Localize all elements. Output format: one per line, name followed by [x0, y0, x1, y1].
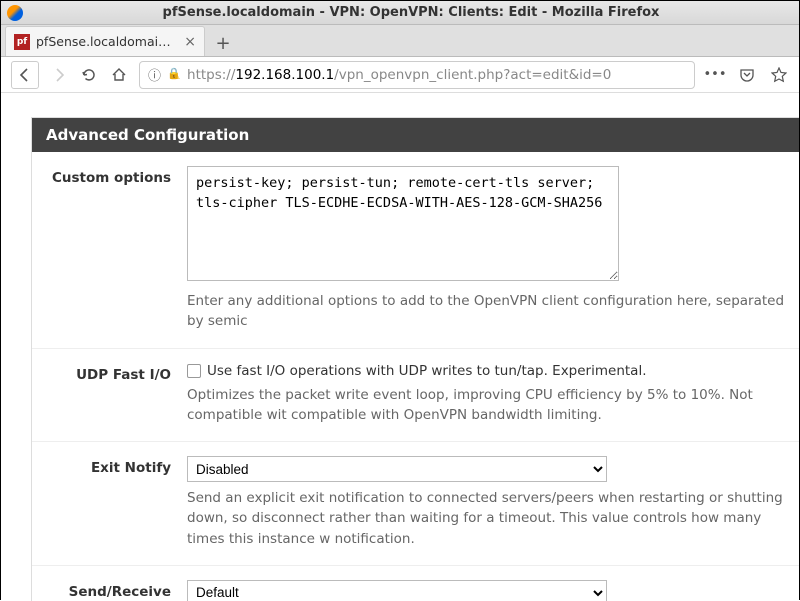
lock-warning-icon[interactable]	[167, 68, 181, 82]
panel-header: Advanced Configuration	[32, 118, 799, 152]
label-send-recv-buffer: Send/Receive Buffer	[32, 580, 187, 601]
help-custom-options: Enter any additional options to add to t…	[187, 291, 798, 332]
toolbar-right-icons: •••	[705, 65, 789, 85]
udp-fast-io-checkbox-text: Use fast I/O operations with UDP writes …	[207, 363, 646, 379]
back-arrow-icon	[17, 67, 33, 83]
help-udp-fast-io: Optimizes the packet write event loop, i…	[187, 385, 798, 426]
udp-fast-io-checkbox[interactable]	[187, 364, 201, 378]
label-exit-notify: Exit Notify	[32, 456, 187, 549]
field-exit-notify: Disabled Send an explicit exit notificat…	[187, 456, 799, 549]
row-custom-options: Custom options persist-key; persist-tun;…	[32, 158, 799, 348]
tab-title: pfSense.localdomain - VP…	[36, 34, 178, 49]
home-icon	[111, 67, 127, 83]
exit-notify-select[interactable]: Disabled	[187, 456, 607, 482]
new-tab-button[interactable]: +	[209, 30, 237, 56]
reload-button[interactable]	[79, 65, 99, 85]
url-text: https://192.168.100.1/vpn_openvpn_client…	[187, 67, 686, 83]
back-button[interactable]	[11, 61, 39, 89]
page-content: Advanced Configuration Custom options pe…	[1, 93, 799, 601]
label-custom-options: Custom options	[32, 166, 187, 332]
home-button[interactable]	[109, 65, 129, 85]
browser-navbar: ⓘ https://192.168.100.1/vpn_openvpn_clie…	[1, 57, 799, 93]
panel-body: Custom options persist-key; persist-tun;…	[32, 152, 799, 601]
row-send-recv-buffer: Send/Receive Buffer Default Configure a …	[32, 565, 799, 601]
udp-fast-io-checkbox-label[interactable]: Use fast I/O operations with UDP writes …	[187, 363, 798, 379]
custom-options-textarea[interactable]: persist-key; persist-tun; remote-cert-tl…	[187, 166, 619, 281]
advanced-config-panel: Advanced Configuration Custom options pe…	[31, 117, 799, 601]
bookmark-star-icon[interactable]	[769, 65, 789, 85]
send-recv-buffer-select[interactable]: Default	[187, 580, 607, 601]
tab-close-icon[interactable]: ×	[184, 34, 196, 50]
page-actions-icon[interactable]: •••	[705, 65, 725, 85]
site-info-icon[interactable]: ⓘ	[148, 65, 161, 84]
firefox-logo-icon	[7, 5, 23, 21]
reload-icon	[81, 67, 97, 83]
field-udp-fast-io: Use fast I/O operations with UDP writes …	[187, 363, 799, 426]
field-send-recv-buffer: Default Configure a Send and Receive Buf…	[187, 580, 799, 601]
browser-tabbar: pf pfSense.localdomain - VP… × +	[1, 25, 799, 57]
help-exit-notify: Send an explicit exit notification to co…	[187, 488, 798, 549]
window-titlebar: pfSense.localdomain - VPN: OpenVPN: Clie…	[1, 1, 799, 25]
pocket-icon[interactable]	[737, 65, 757, 85]
forward-button	[49, 65, 69, 85]
label-udp-fast-io: UDP Fast I/O	[32, 363, 187, 426]
field-custom-options: persist-key; persist-tun; remote-cert-tl…	[187, 166, 799, 332]
url-bar[interactable]: ⓘ https://192.168.100.1/vpn_openvpn_clie…	[139, 61, 695, 89]
browser-tab[interactable]: pf pfSense.localdomain - VP… ×	[5, 26, 205, 56]
forward-arrow-icon	[51, 67, 67, 83]
row-exit-notify: Exit Notify Disabled Send an explicit ex…	[32, 441, 799, 565]
row-udp-fast-io: UDP Fast I/O Use fast I/O operations wit…	[32, 348, 799, 442]
window-title: pfSense.localdomain - VPN: OpenVPN: Clie…	[29, 5, 793, 20]
tab-favicon-icon: pf	[14, 34, 30, 50]
